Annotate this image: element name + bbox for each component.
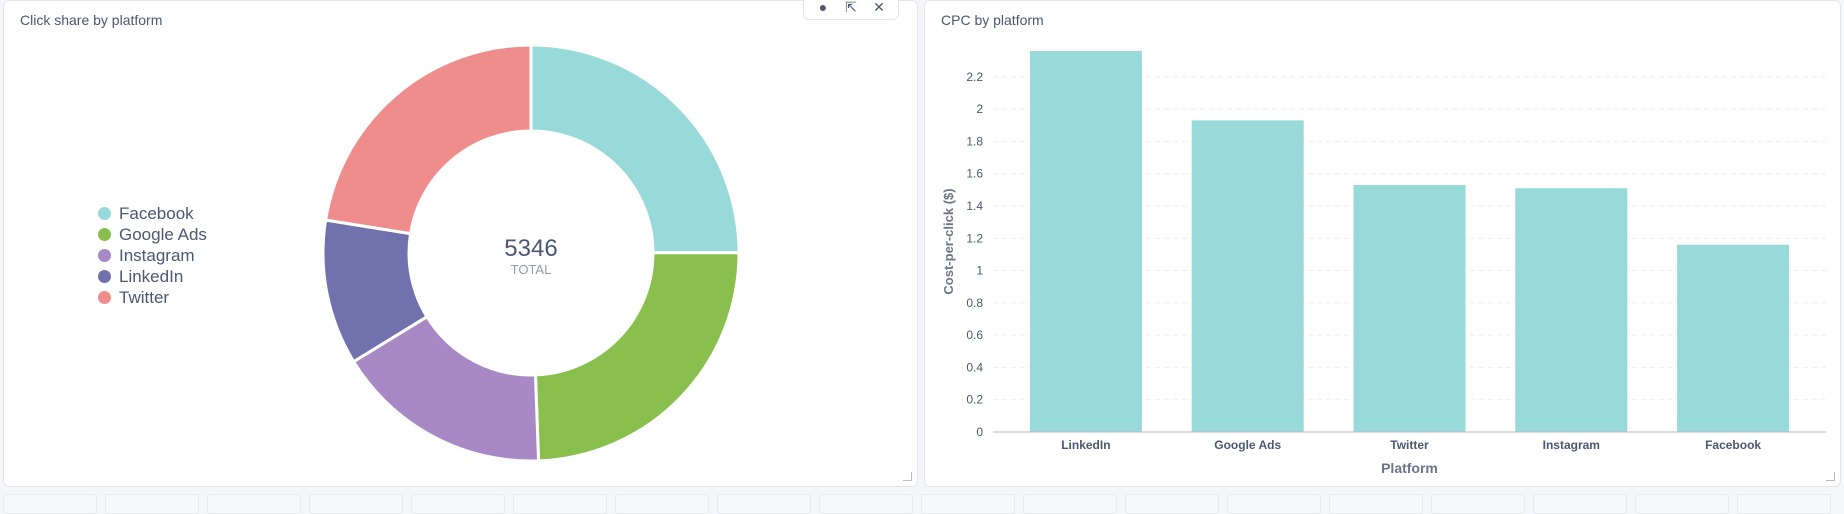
y-tick-label: 2.2 [966,70,983,84]
cpc-card: CPC by platform 0 0.2 0.4 0.6 0.8 1 1.2 1.4 1.6 1… [924,0,1841,487]
y-axis-label: Cost-per-click ($) [941,188,956,294]
y-tick-label: 0.4 [966,360,983,374]
grid-cell [411,494,505,514]
donut-total-label: TOTAL [511,262,552,277]
y-tick-label: 1.8 [966,134,983,148]
donut-total-value: 5346 [504,235,557,262]
grid-cell [1125,494,1219,514]
y-tick-label: 0.2 [966,393,983,407]
bar-google-ads[interactable] [1191,120,1304,432]
grid-cell [615,494,709,514]
grid-cell [513,494,607,514]
click-share-card: Click share by platform ● ⇱ ✕ Facebook Go… [3,0,918,487]
donut-slice-twitter[interactable] [323,43,533,236]
x-tick-label: Facebook [1705,438,1761,452]
x-tick-label: Instagram [1543,438,1600,452]
grid-cell [1533,494,1627,514]
grid-cell [1431,494,1525,514]
resize-handle[interactable] [1826,472,1835,481]
grid-cell [717,494,811,514]
x-tick-label: Twitter [1390,438,1429,452]
x-tick-label: LinkedIn [1061,438,1110,452]
grid-cell [105,494,199,514]
bar-facebook[interactable] [1677,244,1790,432]
grid-cell [1329,494,1423,514]
y-tick-label: 1.4 [966,199,983,213]
grid-cell [3,494,97,514]
x-axis-label: Platform [1381,460,1438,476]
donut-chart: 5346 TOTAL [321,43,741,463]
y-tick-label: 1.2 [966,231,983,245]
y-tick-label: 0.8 [966,296,983,310]
grid-cell [1023,494,1117,514]
resize-handle[interactable] [903,472,912,481]
grid-cell [1635,494,1729,514]
dashboard-grid-placeholder [0,490,1844,514]
grid-cell [921,494,1015,514]
y-tick-label: 1 [976,264,983,278]
x-tick-label: Google Ads [1214,438,1281,452]
grid-cell [1227,494,1321,514]
grid-cell [819,494,913,514]
donut-slice-google-ads[interactable] [533,251,741,463]
y-tick-label: 2 [976,102,983,116]
y-tick-label: 1.6 [966,167,983,181]
donut-slice-facebook[interactable] [529,43,741,255]
bar-chart: 0 0.2 0.4 0.6 0.8 1 1.2 1.4 1.6 1.8 2 2.2 LinkedIn G… [941,51,1826,476]
bar-instagram[interactable] [1515,188,1628,432]
bar-twitter[interactable] [1353,184,1466,432]
bar-linkedin[interactable] [1029,51,1142,432]
grid-cell [1737,494,1831,514]
y-tick-label: 0.6 [966,328,983,342]
grid-cell [207,494,301,514]
grid-cell [309,494,403,514]
y-tick-label: 0 [976,425,983,439]
